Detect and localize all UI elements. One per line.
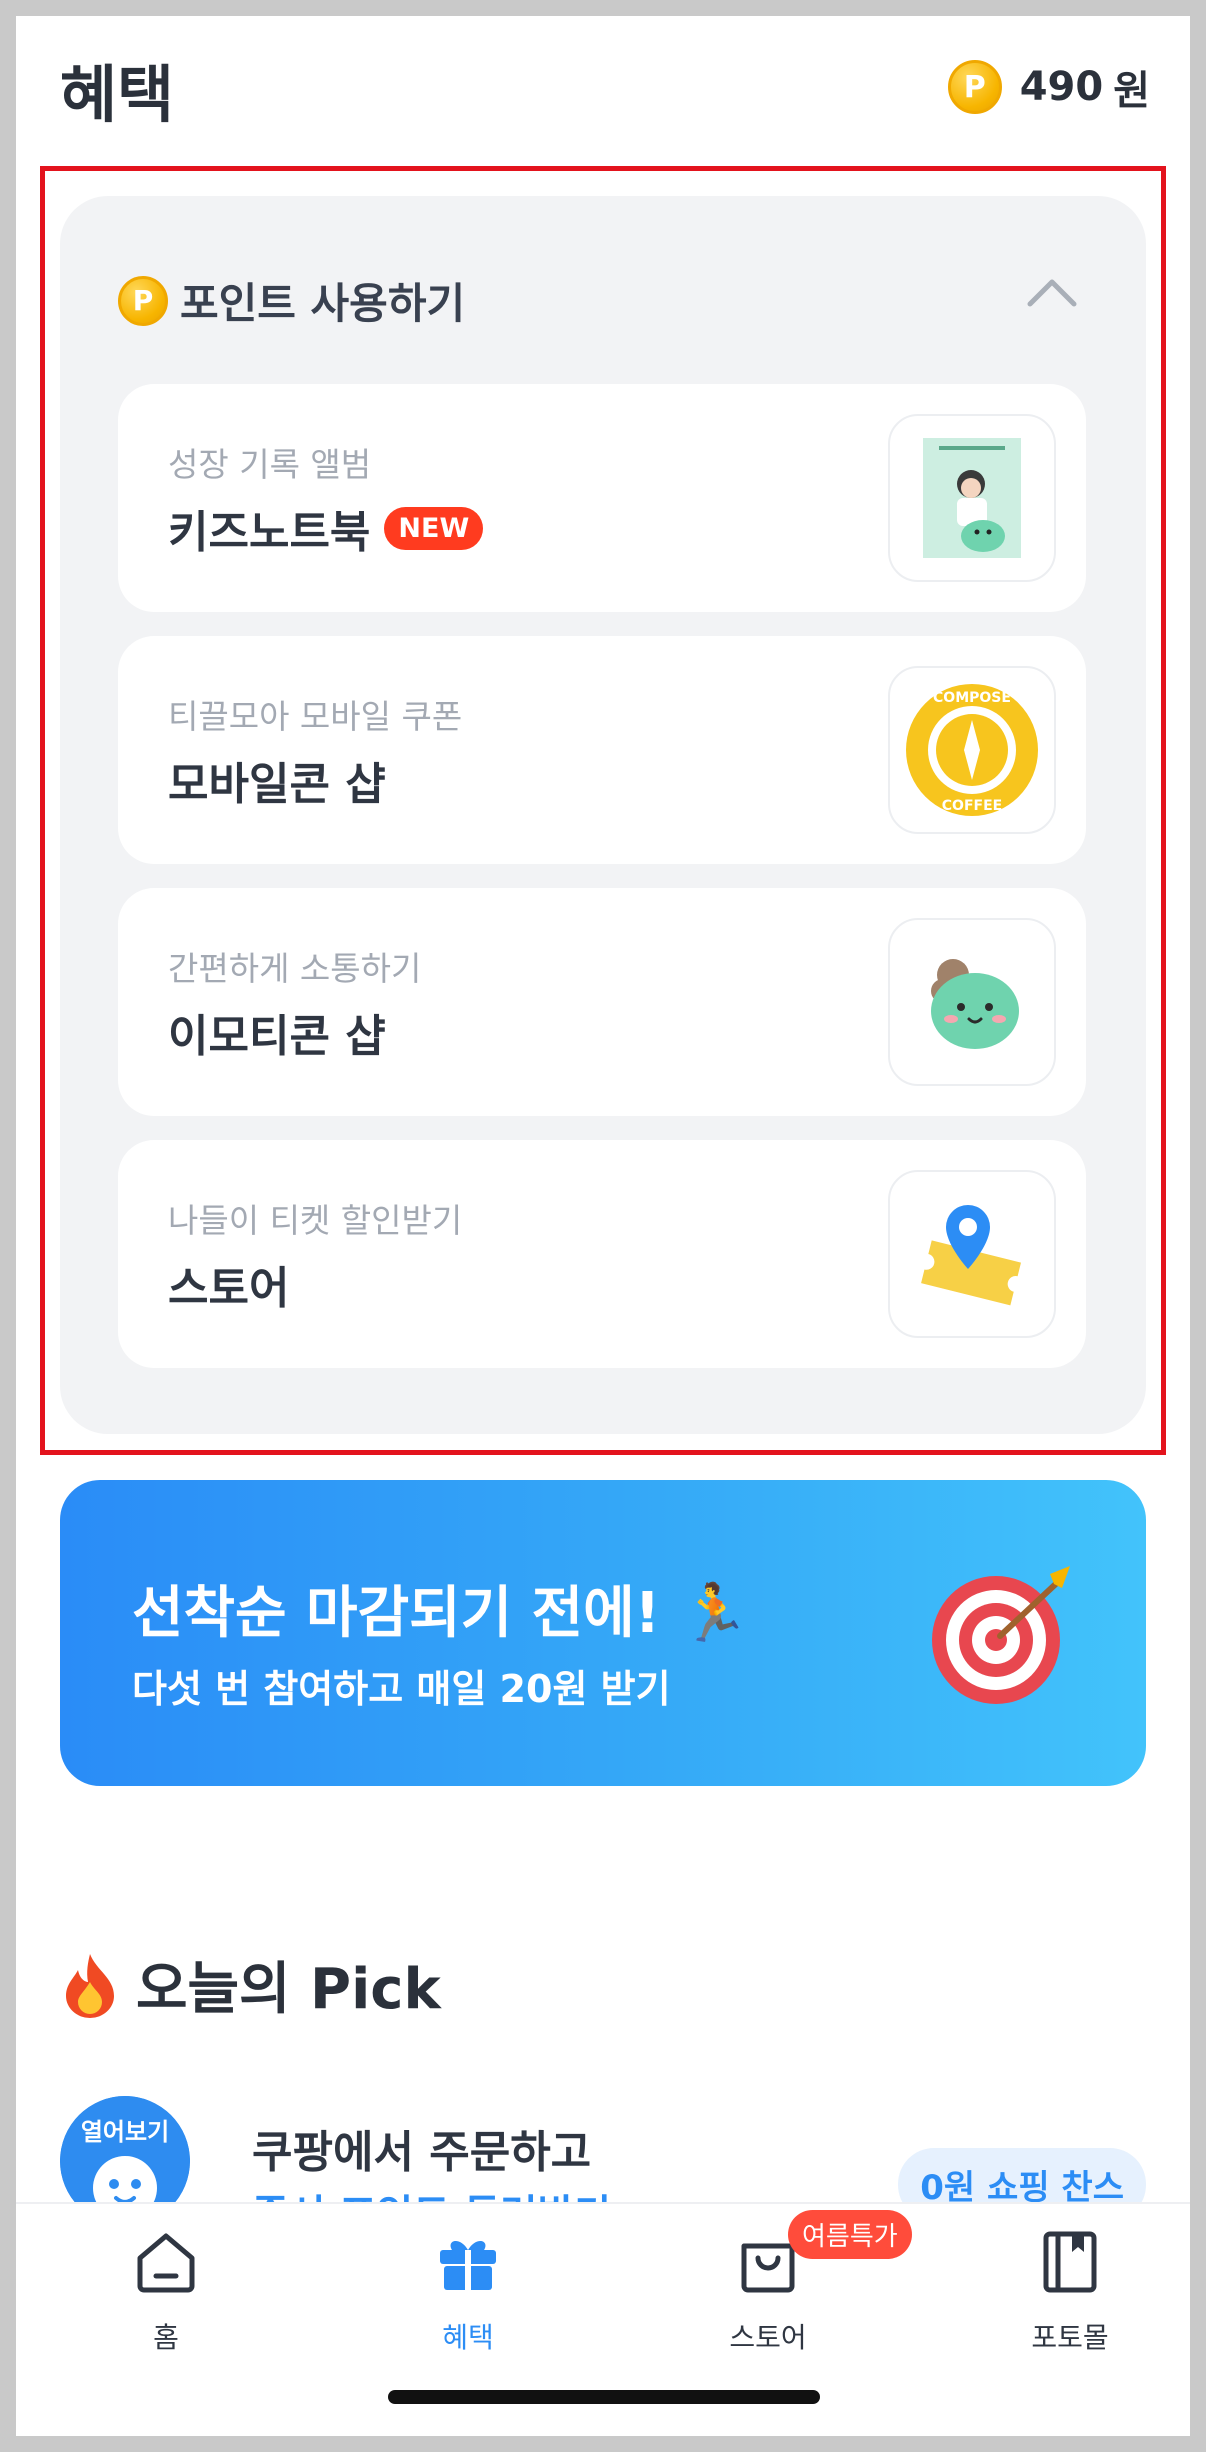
sale-badge: 여름특가 bbox=[788, 2210, 912, 2259]
promo-subtitle: 다섯 번 참여하고 매일 20원 받기 bbox=[132, 1667, 671, 1711]
pick-title: 오늘의 Pick bbox=[136, 1957, 441, 2022]
tab-benefits[interactable]: 혜택 bbox=[368, 2204, 568, 2374]
point-coin-icon: P bbox=[947, 60, 1002, 114]
promo-banner[interactable]: 선착순 마감되기 전에! 🏃 다섯 번 참여하고 매일 20원 받기 bbox=[60, 1480, 1146, 1786]
home-icon bbox=[137, 2233, 195, 2293]
svg-text:열어보기: 열어보기 bbox=[81, 2118, 169, 2146]
page-title: 혜택 bbox=[60, 58, 175, 131]
tab-label: 스토어 bbox=[729, 2321, 807, 2354]
gift-icon bbox=[440, 2240, 496, 2290]
tab-store[interactable]: 여름특가 스토어 bbox=[668, 2204, 912, 2374]
fire-icon bbox=[66, 1953, 114, 2018]
tab-label: 혜택 bbox=[442, 2321, 494, 2354]
promo-title: 선착순 마감되기 전에! 🏃 bbox=[132, 1581, 750, 1646]
tab-photo-mall[interactable]: 포토몰 bbox=[970, 2204, 1170, 2374]
point-balance[interactable]: P 490 원 bbox=[947, 58, 1150, 116]
pick-section-header: 오늘의 Pick bbox=[60, 1944, 441, 2025]
target-icon bbox=[932, 1566, 1070, 1704]
home-indicator bbox=[388, 2390, 820, 2404]
header: 혜택 P 490 원 bbox=[16, 16, 1190, 166]
tab-label: 홈 bbox=[153, 2321, 179, 2354]
app-screen: 혜택 P 490 원 P 포인트 사용하기 성장 기록 앨범 키즈노트북 NEW bbox=[16, 16, 1190, 2436]
tab-label: 포토몰 bbox=[1031, 2321, 1109, 2354]
highlight-box bbox=[40, 166, 1166, 1455]
pick-line1: 쿠팡에서 주문하고 bbox=[252, 2127, 592, 2178]
balance-value: 490 bbox=[1019, 64, 1104, 110]
balance-unit: 원 bbox=[1113, 68, 1150, 114]
tab-home[interactable]: 홈 bbox=[66, 2204, 266, 2374]
photo-book-icon bbox=[1043, 2231, 1097, 2293]
